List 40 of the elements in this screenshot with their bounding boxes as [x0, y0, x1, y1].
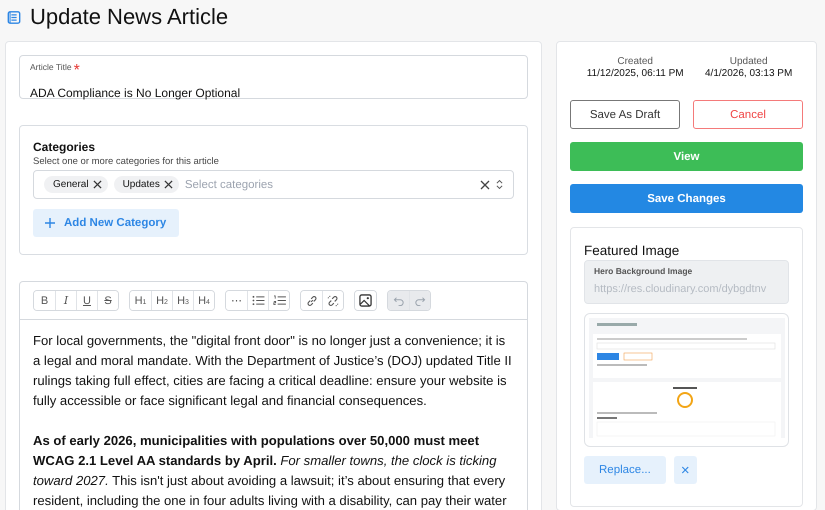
link-icon [306, 294, 318, 306]
categories-select[interactable]: General Updates Select categories [33, 170, 514, 199]
section-heading: Featured Image [584, 243, 680, 258]
title-input[interactable]: ADA Compliance is No Longer Optional [30, 86, 517, 100]
page-title: Update News Article [30, 4, 228, 30]
field-value: https://res.cloudinary.com/dybgdtnv [594, 283, 768, 295]
meta-label: Updated [730, 56, 768, 67]
section-heading: Categories [33, 140, 96, 154]
unlink-button[interactable] [322, 291, 343, 310]
chip-label: Updates [122, 179, 160, 190]
chip-label: General [53, 179, 89, 190]
image-button[interactable] [355, 291, 376, 310]
format-button[interactable]: S [97, 291, 118, 310]
image-url-field[interactable]: Hero Background Image https://res.cloudinary.com/dybgdtnv [584, 260, 789, 304]
meta-label: Created [617, 56, 653, 67]
article-icon [7, 10, 21, 24]
save-button[interactable]: Save Changes [570, 184, 803, 213]
image-icon [359, 294, 372, 307]
plus-icon [45, 218, 55, 228]
ordered-list-button[interactable] [268, 291, 289, 310]
redo-icon [414, 296, 426, 306]
meta-value: 11/12/2025, 06:11 PM [586, 68, 684, 79]
chevron-updown-icon[interactable] [496, 179, 503, 190]
numbered-list-icon [272, 295, 286, 306]
field-label: Hero Background Image [594, 266, 694, 276]
undo-icon [392, 296, 404, 306]
clear-icon[interactable] [480, 180, 490, 190]
article-paragraph: As of early 2026, municipalities with populations over 50,000 must meet WCAG 2.1 Level AA standards by April. For smaller towns, the clock is ticking toward 2027. This isn't just about avoiding a lawsuit; it’s about ensuring that every resident, including the one in four adults living with a disability, can pay their water [33, 432, 508, 510]
section-hint: Select one or more categories for this article [33, 156, 220, 167]
meta-value: 4/1/2026, 03:13 PM [705, 68, 792, 79]
save-draft-button[interactable]: Save As Draft [570, 100, 680, 129]
remove-icon[interactable] [92, 180, 102, 189]
article-paragraph: For local governments, the "digital front door" is no longer just a convenience; it is a legal and moral mandate. With the Department of Justice’s (DOJ) updated Title II rulings taking full effect, cities are facing a critical deadline: ensure your website is fully accessible or face significant legal and financial consequences. [33, 332, 513, 410]
cancel-button[interactable]: Cancel [693, 100, 803, 129]
bullet-list-icon [252, 295, 264, 306]
field-label: Article Title [30, 62, 72, 74]
unlink-icon [327, 294, 339, 306]
select-placeholder: Select categories [184, 178, 274, 190]
remove-icon[interactable] [164, 180, 173, 189]
required-mark: * [74, 62, 80, 80]
